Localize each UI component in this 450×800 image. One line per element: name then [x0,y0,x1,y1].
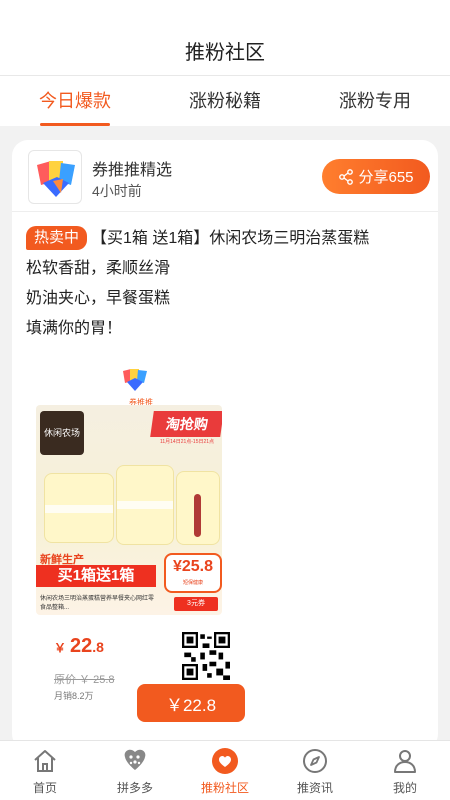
price-symbol: ￥ [54,641,67,655]
tab-label: 涨粉专用 [339,91,411,111]
cake-image [44,473,114,543]
nav-news[interactable]: 推资讯 [270,741,360,800]
brand-badge: 休闲农场 [40,411,84,455]
tab-growth-tips[interactable]: 涨粉秘籍 [150,76,300,126]
nav-profile[interactable]: 我的 [360,741,450,800]
taoqianggou-time: 11月14日21点-15日21点 [159,439,215,445]
post-text-line-1: 【买1箱 送1箱】休闲农场三明治蒸蛋糕 [91,230,370,247]
product-description: 休闲农场三明治蒸蛋糕营养早餐夹心网红零食品整箱... [40,596,155,611]
hot-badge: 热卖中 [26,226,88,250]
post-time: 4小时前 [92,183,142,199]
current-price: ￥ 22.8 [54,635,104,658]
share-button[interactable]: 分享655 [322,159,430,194]
nav-label: 推粉社区 [200,781,249,795]
post-card: 券推推精选 4小时前 分享655 热卖中 【买1箱 送1箱】休闲农场三明治蒸蛋糕 … [12,140,438,750]
tab-today-hot[interactable]: 今日爆款 [0,76,150,126]
active-tab-indicator [40,123,110,126]
tab-growth-dedicated[interactable]: 涨粉专用 [300,76,450,126]
price-decimal: .8 [92,639,104,655]
page-title: 推粉社区 [185,42,265,64]
nav-pinduoduo[interactable]: 拼多多 [90,741,180,800]
post-text-line: 热卖中 【买1箱 送1箱】休闲农场三明治蒸蛋糕 [26,224,426,254]
original-price: 原价 ￥ 25.8 [54,674,115,686]
poster-price-value: ¥25.8 [172,558,214,575]
price-integer: 22 [70,635,93,657]
post-header: 券推推精选 4小时前 分享655 [12,140,438,212]
cake-image [116,465,174,545]
nav-label: 我的 [392,781,417,795]
poster-price: ¥25.8 短保健康 [164,553,222,593]
nav-community[interactable]: 推粉社区 [180,741,270,800]
nav-label: 拼多多 [116,781,153,795]
post-text-line-2: 松软香甜，柔顺丝滑 [26,260,171,277]
category-tabs: 今日爆款 涨粉秘籍 涨粉专用 [0,76,450,126]
post-text-line-3: 奶油夹心，早餐蛋糕 [26,290,171,307]
post-text-line-4: 填满你的胃！ [26,320,123,337]
avatar[interactable] [28,150,82,204]
product-poster[interactable]: 券推推 休闲农场 淘抢购 11月14日21点-15日21点 新鲜生产 买1箱送1… [36,365,246,740]
home-icon [34,750,56,772]
qr-code-icon [182,632,230,680]
compass-icon [303,749,327,773]
product-image: 休闲农场 淘抢购 11月14日21点-15日21点 新鲜生产 买1箱送1箱 休闲… [36,405,222,615]
promo-label: 买1箱送1箱 [36,565,156,587]
bottom-navigation: 首页 拼多多 推粉社区 推资讯 我的 [0,740,450,800]
nav-label: 推资讯 [296,781,333,795]
tab-label: 涨粉秘籍 [189,91,261,111]
buy-button[interactable]: ￥22.8 [137,684,245,722]
post-text: 热卖中 【买1箱 送1箱】休闲农场三明治蒸蛋糕 松软香甜，柔顺丝滑 奶油夹心，早餐… [26,224,426,344]
share-count: 分享655 [358,169,414,186]
monthly-sales: 月销8.2万 [54,691,94,701]
taoqianggou-badge: 淘抢购 [150,411,222,437]
nav-label: 首页 [32,781,57,795]
coupon-badge: 3元券 [174,597,218,611]
pinduoduo-icon [124,749,146,770]
nav-home[interactable]: 首页 [0,741,90,800]
brand-logo-icon [37,161,75,197]
top-header: 推粉社区 [0,0,450,76]
poster-price-sub: 短保健康 [182,580,203,586]
poster-logo-icon [123,369,147,391]
user-icon [394,750,416,773]
heart-icon [212,748,238,774]
share-icon [339,168,354,185]
cake-image [176,471,220,545]
post-author: 券推推精选 [92,162,173,179]
tab-label: 今日爆款 [39,91,111,111]
